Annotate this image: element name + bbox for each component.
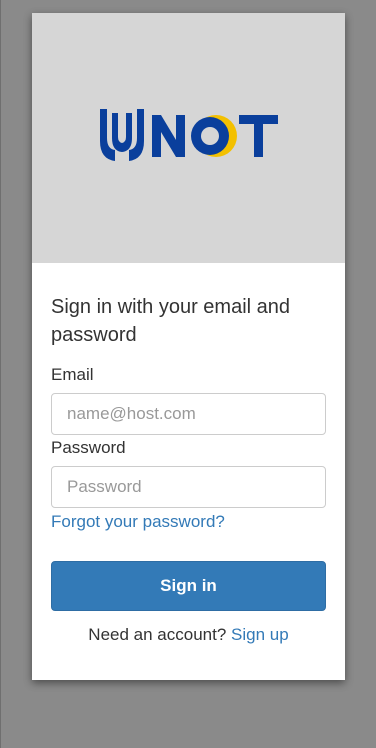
signin-button[interactable]: Sign in [51, 561, 326, 611]
signin-card: Sign in with your email and password Ema… [32, 13, 345, 680]
password-input[interactable] [51, 466, 326, 508]
forgot-password-link[interactable]: Forgot your password? [51, 511, 225, 533]
left-edge [0, 0, 1, 748]
signup-prompt: Need an account? [88, 625, 227, 644]
signup-row: Need an account? Sign up [51, 624, 326, 646]
password-label: Password [51, 438, 126, 457]
ynot-logo [100, 109, 278, 161]
logo-banner [32, 13, 345, 263]
signin-heading: Sign in with your email and password [51, 296, 291, 346]
signup-link[interactable]: Sign up [231, 625, 289, 644]
email-input[interactable] [51, 393, 326, 435]
email-label: Email [51, 365, 94, 384]
signin-form: Sign in with your email and password Ema… [32, 263, 345, 646]
